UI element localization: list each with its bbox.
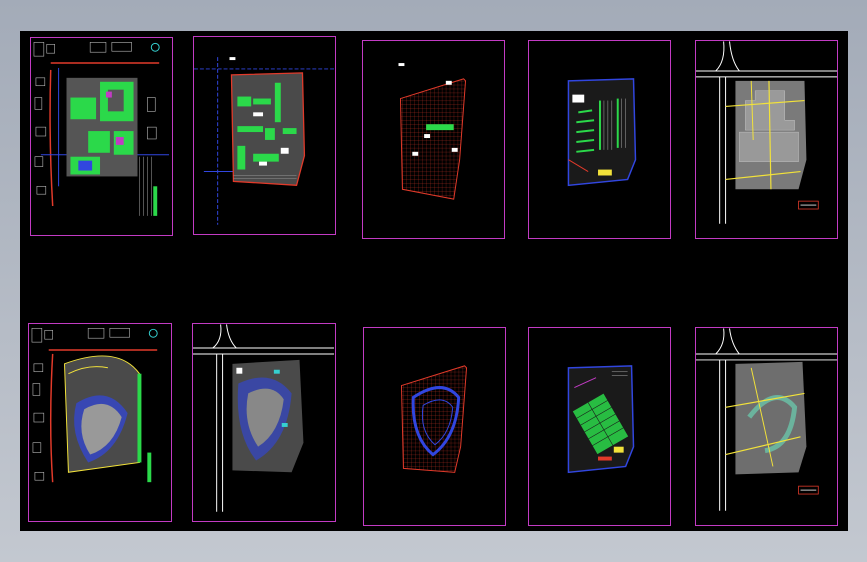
parking-layout-curved-drawing (567, 365, 635, 474)
grid-paving-drawing (398, 63, 467, 200)
site-plan-drawing (194, 57, 335, 225)
drawing-sheet-2[interactable] (193, 36, 336, 235)
road-plan-curved-drawing (696, 328, 837, 511)
drawing-canvas[interactable] (20, 31, 848, 531)
drawing-sheet-4[interactable] (528, 40, 671, 239)
road-plan-drawing (696, 41, 837, 224)
master-plan-drawing (33, 42, 170, 216)
site-plan-curved-drawing (193, 324, 335, 512)
drawing-sheet-10[interactable] (695, 327, 838, 526)
drawing-sheet-6[interactable] (28, 323, 172, 522)
parking-layout-drawing (567, 78, 637, 187)
grid-paving-curved-drawing (400, 365, 468, 473)
drawing-sheet-8[interactable] (363, 327, 506, 526)
drawing-sheet-3[interactable] (362, 40, 505, 239)
drawing-sheet-9[interactable] (528, 327, 671, 526)
drawing-sheet-7[interactable] (192, 323, 336, 522)
master-plan-curved-drawing (31, 328, 158, 483)
drawing-sheet-1[interactable] (30, 37, 173, 236)
drawing-sheet-5[interactable] (695, 40, 838, 239)
